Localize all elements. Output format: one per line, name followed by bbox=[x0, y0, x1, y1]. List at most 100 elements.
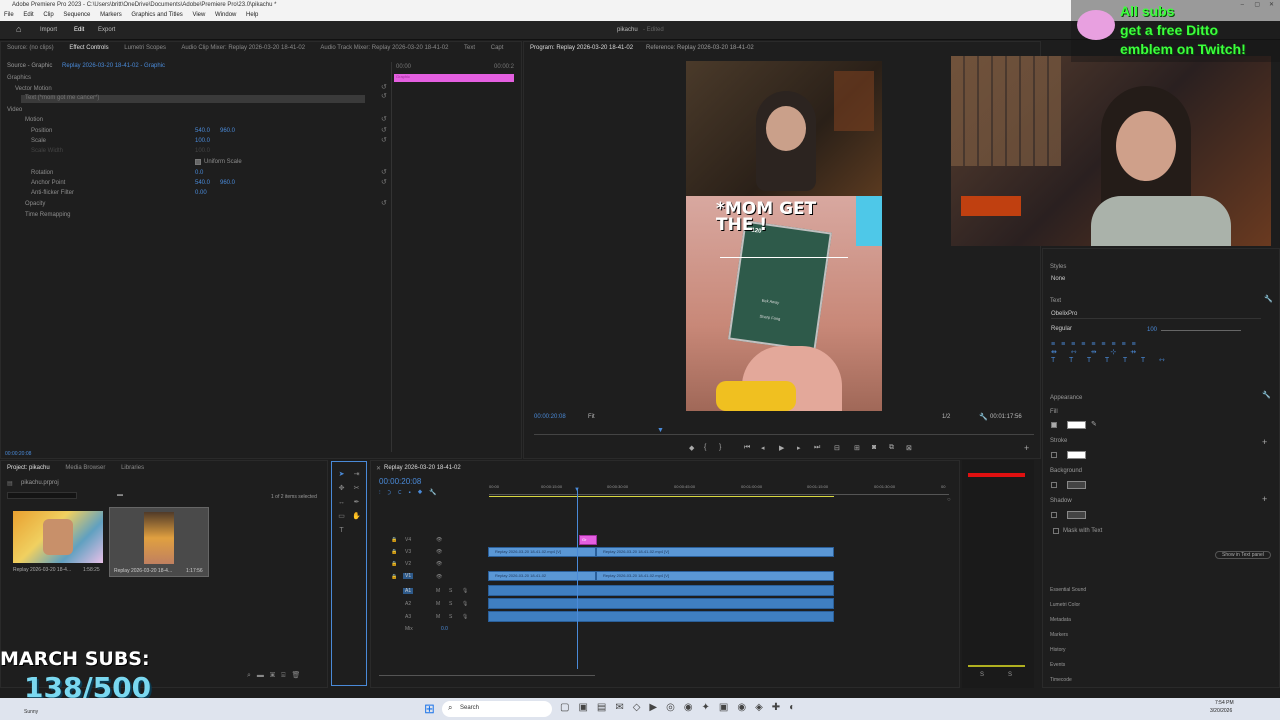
lift-icon[interactable]: ⊟ bbox=[834, 444, 840, 452]
track-label-a1[interactable]: A1 bbox=[403, 588, 414, 594]
position-x-value[interactable]: 540.0 bbox=[195, 128, 210, 134]
go-to-in-icon[interactable]: ⏮ bbox=[744, 444, 750, 452]
go-to-out-icon[interactable]: ⏭ bbox=[814, 444, 820, 452]
add-stroke-icon[interactable]: + bbox=[1262, 437, 1267, 447]
reset-icon[interactable]: ↺ bbox=[381, 115, 387, 123]
tab-program[interactable]: Program: Replay 2026-03-20 18-41-02 bbox=[530, 45, 633, 51]
anchor-x-value[interactable]: 540.0 bbox=[195, 180, 210, 186]
background-checkbox[interactable] bbox=[1051, 482, 1057, 488]
mask-with-text-checkbox[interactable] bbox=[1053, 528, 1059, 534]
camera-icon[interactable]: ◙ bbox=[872, 444, 876, 451]
text-layer-row[interactable]: Text (*mom got me cancer*) bbox=[21, 95, 365, 103]
mute-button[interactable]: M bbox=[436, 588, 440, 594]
font-dropdown[interactable]: ObelixPro bbox=[1051, 311, 1261, 319]
tab-reference[interactable]: Reference: Replay 2026-03-20 18-41-02 bbox=[646, 45, 754, 51]
menu-window[interactable]: Window bbox=[215, 12, 236, 18]
timeline-tab[interactable]: Replay 2026-03-20 18-41-02 bbox=[384, 465, 461, 471]
timeline-ruler[interactable]: 00:00 00:00:15:00 00:00:30:00 00:00:45:0… bbox=[489, 481, 949, 495]
uniform-scale-checkbox[interactable] bbox=[195, 159, 201, 165]
import-tab[interactable]: Import bbox=[40, 27, 57, 33]
font-style-dropdown[interactable]: Regular bbox=[1051, 326, 1131, 334]
work-area-bar[interactable] bbox=[489, 496, 834, 497]
type-tool-icon[interactable]: T bbox=[337, 526, 346, 535]
font-size-value[interactable]: 100 bbox=[1147, 327, 1157, 333]
stroke-color-swatch[interactable] bbox=[1067, 451, 1086, 459]
play-icon[interactable]: ▶ bbox=[779, 444, 784, 452]
reset-icon[interactable]: ↺ bbox=[381, 136, 387, 144]
font-size-slider[interactable] bbox=[1161, 330, 1241, 331]
export-tab[interactable]: Export bbox=[98, 27, 115, 33]
styles-dropdown[interactable]: None bbox=[1051, 276, 1251, 284]
video-clip-v1[interactable]: Replay 2026-03-20 18-41-02.mp4 [V] bbox=[596, 571, 834, 581]
show-in-text-panel-button[interactable]: Show in Text panel bbox=[1215, 551, 1271, 559]
marker-icon[interactable]: ◆ bbox=[689, 444, 694, 452]
selection-handle-line[interactable] bbox=[720, 257, 848, 258]
motion-row[interactable]: Motion bbox=[25, 117, 43, 123]
timeline-zoom-scrollbar[interactable] bbox=[379, 675, 595, 676]
meter-solo-left[interactable]: S bbox=[980, 672, 984, 678]
fit-dropdown[interactable]: Fit bbox=[588, 414, 595, 420]
rectangle-tool-icon[interactable]: ▭ bbox=[337, 512, 346, 521]
wrench-icon[interactable]: 🔧 bbox=[1264, 295, 1273, 303]
video-clip-v3[interactable]: Replay 2026-03-20 18-41-02.mp4 [V] bbox=[596, 547, 834, 557]
timeline-tool-buttons[interactable]: ⫶⊃⊂▪◆🔧 bbox=[379, 489, 469, 497]
lock-icon[interactable]: 🔒 bbox=[391, 549, 397, 555]
project-footer-tools[interactable]: ⌕▬▣⌸🗑 bbox=[247, 671, 306, 680]
taskbar-apps[interactable]: ▢▣▤✉◇▶◎◉✦▣◉◈✚◐ bbox=[560, 702, 860, 716]
panel-timecode[interactable]: Timecode bbox=[1050, 677, 1072, 683]
graphic-clip[interactable]: Gr bbox=[579, 535, 597, 545]
vector-motion-row[interactable]: Vector Motion bbox=[15, 86, 52, 92]
compare-icon[interactable]: ⧉ bbox=[889, 444, 894, 452]
background-color-swatch[interactable] bbox=[1067, 481, 1086, 489]
scroll-handle-icon[interactable]: ○ bbox=[947, 497, 951, 503]
step-back-icon[interactable]: ◂ bbox=[761, 444, 765, 452]
timeline-playhead[interactable] bbox=[577, 489, 578, 669]
panel-history[interactable]: History bbox=[1050, 647, 1066, 653]
panel-essential-sound[interactable]: Essential Sound bbox=[1050, 587, 1086, 593]
ripple-edit-tool-icon[interactable]: ✥ bbox=[337, 484, 346, 493]
tab-source[interactable]: Source: (no clips) bbox=[7, 45, 54, 51]
track-label-v1[interactable]: V1 bbox=[403, 573, 414, 579]
audio-clip-a1[interactable] bbox=[488, 585, 834, 596]
tab-lumetri-scopes[interactable]: Lumetri Scopes bbox=[124, 45, 166, 51]
graphic-clip-bar[interactable]: Graphic bbox=[394, 74, 514, 82]
reset-icon[interactable]: ↺ bbox=[381, 92, 387, 100]
solo-button[interactable]: S bbox=[449, 588, 452, 594]
mic-icon[interactable]: 🎙 bbox=[462, 588, 468, 594]
audio-clip-a3[interactable] bbox=[488, 611, 834, 622]
solo-button[interactable]: S bbox=[449, 614, 452, 620]
program-scrubber[interactable] bbox=[534, 434, 1034, 435]
shadow-checkbox[interactable] bbox=[1051, 512, 1057, 518]
video-clip-v3[interactable]: Replay 2026-03-20 18-41-02.mp4 [V] bbox=[488, 547, 596, 557]
meter-solo-right[interactable]: S bbox=[1008, 672, 1012, 678]
panel-markers[interactable]: Markers bbox=[1050, 632, 1068, 638]
opacity-row[interactable]: Opacity bbox=[25, 201, 45, 207]
home-icon[interactable]: ⌂ bbox=[16, 24, 21, 34]
reset-icon[interactable]: ↺ bbox=[381, 199, 387, 207]
fill-color-swatch[interactable] bbox=[1067, 421, 1086, 429]
eye-icon[interactable]: 👁 bbox=[436, 549, 442, 555]
menu-sequence[interactable]: Sequence bbox=[63, 12, 90, 18]
tab-captions[interactable]: Capt bbox=[491, 45, 504, 51]
mute-button[interactable]: M bbox=[436, 601, 440, 607]
taskbar-search-box[interactable]: ⌕ Search bbox=[442, 701, 552, 717]
menu-view[interactable]: View bbox=[192, 12, 205, 18]
menu-help[interactable]: Help bbox=[246, 12, 258, 18]
caption-text-graphic[interactable]: *MOM GET THE ! bbox=[716, 201, 856, 234]
audio-clip-a2[interactable] bbox=[488, 598, 834, 609]
wrench-icon[interactable]: 🔧 bbox=[1262, 391, 1271, 399]
mark-out-icon[interactable]: } bbox=[719, 444, 721, 451]
tab-audio-track-mixer[interactable]: Audio Track Mixer: Replay 2026-03-20 18-… bbox=[320, 45, 448, 51]
eye-icon[interactable]: 👁 bbox=[436, 574, 442, 580]
add-button-icon[interactable]: + bbox=[1024, 443, 1029, 453]
reset-icon[interactable]: ↺ bbox=[381, 126, 387, 134]
reset-icon[interactable]: ↺ bbox=[381, 178, 387, 186]
add-shadow-icon[interactable]: + bbox=[1262, 494, 1267, 504]
new-bin-icon[interactable]: ▬ bbox=[117, 492, 123, 498]
timeline-timecode[interactable]: 00:00:20:08 bbox=[379, 477, 421, 486]
lock-icon[interactable]: 🔒 bbox=[391, 574, 397, 580]
program-timecode[interactable]: 00:00:20:08 bbox=[534, 414, 566, 420]
panel-metadata[interactable]: Metadata bbox=[1050, 617, 1071, 623]
effect-timecode[interactable]: 00:00:20:08 bbox=[5, 451, 31, 457]
program-video-frame[interactable]: 120 Eek Away Sharp Fang *MOM GET THE ! bbox=[686, 61, 882, 411]
